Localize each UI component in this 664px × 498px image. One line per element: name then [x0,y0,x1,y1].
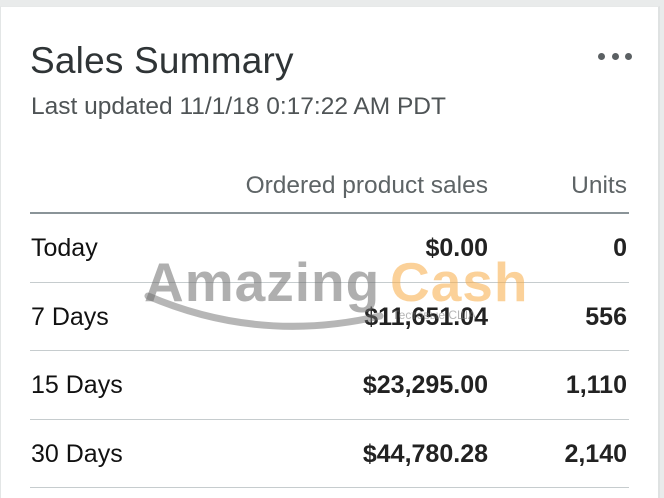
table-row-30-days: 30 Days $44,780.28 2,140 [30,421,629,487]
row-sales: $44,780.28 [362,440,488,468]
row-divider [30,282,629,283]
header-rule [30,212,629,214]
row-sales: $23,295.00 [362,371,488,399]
row-divider [30,350,629,351]
ellipsis-icon-dot [598,52,605,60]
row-period: Today [31,234,98,262]
sales-summary-card: Sales Summary Last updated 11/1/18 0:17:… [0,6,660,498]
row-divider [30,487,629,488]
table-row-today: Today $0.00 0 [30,215,629,281]
row-units: 556 [585,303,627,331]
ellipsis-icon-dot [611,52,619,60]
row-sales: $11,651.04 [364,303,488,331]
row-units: 1,110 [565,371,627,399]
row-period: 7 Days [31,303,109,331]
row-period: 30 Days [31,440,123,468]
table-row-15-days: 15 Days $23,295.00 1,110 [30,352,629,418]
row-period: 15 Days [31,371,123,399]
more-options-button[interactable] [598,49,632,63]
column-header-sales: Ordered product sales [245,172,488,199]
ellipsis-icon-dot [625,52,632,60]
row-divider [30,419,629,420]
table-row-7-days: 7 Days $11,651.04 556 [30,284,629,350]
card-title: Sales Summary [30,40,294,81]
row-units: 2,140 [564,440,627,468]
row-units: 0 [613,234,627,262]
column-header-units: Units [571,172,627,199]
last-updated-text: Last updated 11/1/18 0:17:22 AM PDT [31,93,446,120]
row-sales: $0.00 [425,234,488,262]
